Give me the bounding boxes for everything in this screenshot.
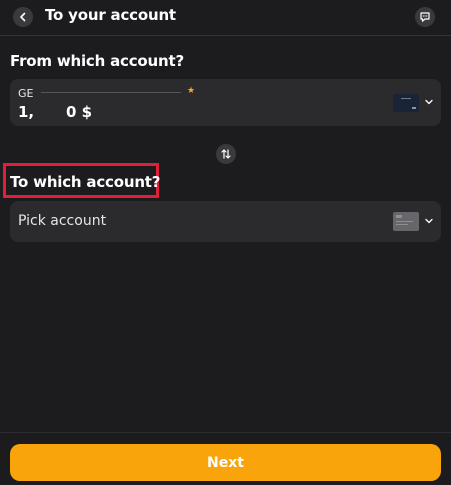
back-button[interactable] [13,7,33,27]
account-balance-start: 1, [18,103,35,121]
account-number: GE [18,87,34,100]
account-balance-end: 0 $ [66,103,93,121]
to-account-title: To which account? [10,173,161,191]
pick-account-placeholder: Pick account [18,213,107,229]
chevron-down-icon [425,218,433,224]
footer-divider [0,432,451,433]
star-icon: ★ [187,86,196,96]
next-button-label: Next [207,454,244,471]
next-button[interactable]: Next [10,444,441,481]
from-account-title: From which account? [10,52,184,70]
chevron-left-icon [20,12,26,22]
page-title: To your account [45,6,176,24]
card-thumbnail-icon [393,212,419,231]
card-thumbnail-icon [393,94,419,112]
swap-accounts-button[interactable] [216,144,236,164]
chat-button[interactable] [415,7,435,27]
from-account-selector[interactable]: GE ★ 1, 0 $ [10,79,441,126]
swap-arrows-icon [221,149,231,159]
chevron-down-icon [425,99,433,105]
header-bar: To your account [0,0,451,36]
redacted-account-number [41,92,181,93]
chat-icon [420,12,430,22]
to-account-selector[interactable]: Pick account [10,201,441,242]
